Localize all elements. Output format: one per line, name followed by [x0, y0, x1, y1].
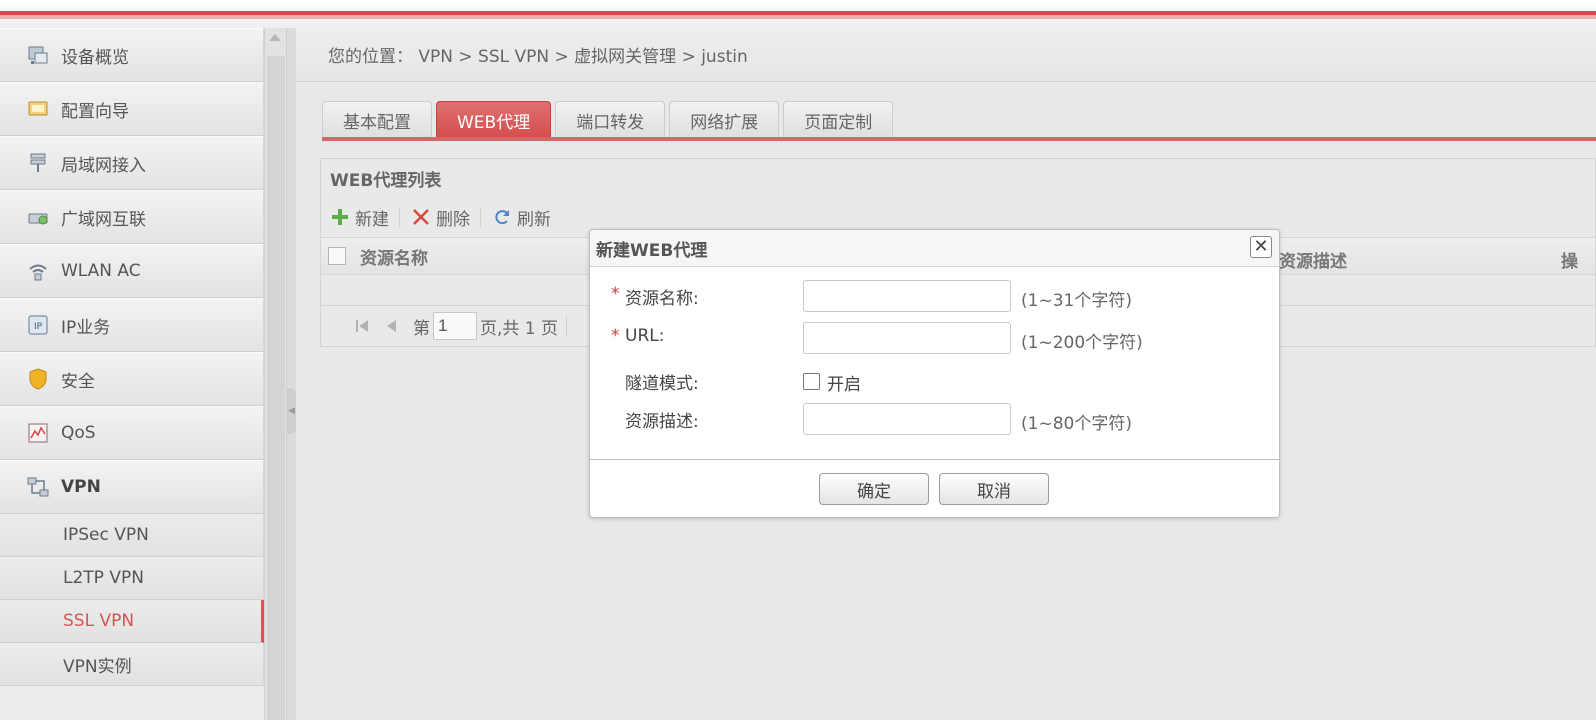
wan-interconnect-icon — [26, 205, 50, 229]
page-number-input[interactable] — [433, 312, 477, 340]
sidebar-item-device-overview[interactable]: 设备概览 — [0, 28, 264, 82]
sidebar-item-vpn[interactable]: VPN — [0, 460, 264, 514]
plus-icon — [329, 206, 351, 228]
name-hint: (1~31个字符) — [1021, 291, 1132, 311]
sidebar-subitem-ipsec-vpn[interactable]: IPSec VPN — [0, 514, 264, 557]
tab-underline — [322, 137, 1596, 141]
refresh-icon — [491, 206, 513, 228]
sidebar: 设备概览 配置向导 局域网接入 广域网互联 WLAN AC IP IP业务 安全… — [0, 28, 264, 720]
column-header-actions[interactable]: 操 — [1561, 247, 1578, 272]
delete-button-label: 删除 — [436, 209, 470, 230]
select-all-checkbox[interactable] — [328, 247, 346, 265]
close-icon — [410, 206, 432, 228]
sidebar-item-wlan-ac[interactable]: WLAN AC — [0, 244, 264, 298]
qos-icon — [26, 421, 50, 445]
desc-hint: (1~80个字符) — [1021, 414, 1132, 434]
wlan-icon — [26, 259, 50, 283]
required-mark: * — [611, 284, 620, 304]
tab-network-extension[interactable]: 网络扩展 — [669, 101, 780, 139]
new-button[interactable]: 新建 — [329, 205, 399, 230]
sidebar-item-label: QoS — [61, 423, 96, 443]
dialog-footer: 确定 取消 — [590, 459, 1279, 517]
desc-label: 资源描述: — [625, 412, 699, 432]
toolbar-divider — [480, 207, 481, 227]
form-row-name: * 资源名称: (1~31个字符) — [590, 280, 1279, 312]
sidebar-item-label: 安全 — [61, 371, 95, 392]
tunnel-mode-checkbox[interactable] — [803, 373, 820, 390]
sidebar-subitem-ssl-vpn[interactable]: SSL VPN — [0, 600, 264, 643]
pager-prefix: 第 — [413, 318, 430, 339]
sidebar-item-label: 广域网互联 — [61, 209, 146, 230]
collapse-sidebar-icon[interactable]: ◀ — [287, 388, 296, 434]
sidebar-splitter[interactable] — [286, 28, 296, 720]
pager-suffix: 页,共 1 页 — [480, 318, 559, 339]
device-overview-icon — [26, 43, 50, 67]
sidebar-item-config-wizard[interactable]: 配置向导 — [0, 82, 264, 136]
first-page-icon[interactable] — [353, 317, 371, 335]
sidebar-item-security[interactable]: 安全 — [0, 352, 264, 406]
sidebar-item-wan-interconnect[interactable]: 广域网互联 — [0, 190, 264, 244]
new-button-label: 新建 — [355, 209, 389, 230]
breadcrumb: 您的位置： VPN > SSL VPN > 虚拟网关管理 > justin — [296, 28, 1596, 82]
tunnel-mode-label: 隧道模式: — [625, 374, 699, 394]
top-banner — [0, 0, 1596, 28]
sidebar-subitem-vpn-instance[interactable]: VPN实例 — [0, 643, 264, 686]
resource-name-input[interactable] — [803, 280, 1011, 312]
resource-desc-input[interactable] — [803, 403, 1011, 435]
form-row-url: * URL: (1~200个字符) — [590, 322, 1279, 354]
toolbar-divider — [399, 207, 400, 227]
dialog-header: 新建WEB代理 ✕ — [590, 230, 1279, 267]
sidebar-item-label: IP业务 — [61, 317, 111, 338]
sidebar-subitem-l2tp-vpn[interactable]: L2TP VPN — [0, 557, 264, 600]
sidebar-scrollbar[interactable] — [264, 28, 286, 720]
tunnel-mode-checkbox-label[interactable]: 开启 — [827, 370, 861, 395]
form-row-tunnel: 隧道模式: 开启 — [590, 365, 1279, 397]
refresh-button-label: 刷新 — [517, 209, 551, 230]
ok-button[interactable]: 确定 — [819, 473, 929, 505]
url-input[interactable] — [803, 322, 1011, 354]
svg-text:IP: IP — [34, 322, 43, 332]
cancel-button[interactable]: 取消 — [939, 473, 1049, 505]
tab-page-customize[interactable]: 页面定制 — [783, 101, 894, 139]
column-header-name[interactable]: 资源名称 — [360, 244, 428, 269]
name-label: 资源名称: — [625, 289, 699, 309]
sidebar-item-lan-access[interactable]: 局域网接入 — [0, 136, 264, 190]
new-web-proxy-dialog: 新建WEB代理 ✕ * 资源名称: (1~31个字符) * URL: (1~20… — [589, 229, 1280, 518]
required-mark: * — [611, 326, 620, 346]
ip-service-icon: IP — [26, 313, 50, 337]
form-row-desc: 资源描述: (1~80个字符) — [590, 403, 1279, 435]
delete-button[interactable]: 删除 — [410, 205, 480, 230]
config-wizard-icon — [26, 97, 50, 121]
pager-divider — [566, 316, 568, 336]
sidebar-item-label: 配置向导 — [61, 101, 129, 122]
refresh-button[interactable]: 刷新 — [491, 205, 561, 230]
sidebar-item-label: 设备概览 — [61, 47, 129, 68]
sidebar-item-ip-service[interactable]: IP IP业务 — [0, 298, 264, 352]
banner-accent-shadow — [0, 15, 1596, 19]
tab-bar: 基本配置 WEB代理 端口转发 网络扩展 页面定制 — [322, 101, 897, 139]
vpn-icon — [26, 475, 50, 499]
tab-web-proxy[interactable]: WEB代理 — [436, 101, 552, 139]
sidebar-item-label: 局域网接入 — [61, 155, 146, 176]
close-icon[interactable]: ✕ — [1250, 236, 1272, 258]
sidebar-item-label: VPN — [61, 477, 101, 497]
url-label: URL: — [625, 326, 665, 346]
sidebar-item-label: WLAN AC — [61, 261, 141, 281]
scroll-thumb[interactable] — [267, 56, 285, 720]
column-header-desc[interactable]: 资源描述 — [1279, 247, 1347, 272]
shield-icon — [26, 367, 50, 391]
tab-port-forward[interactable]: 端口转发 — [555, 101, 666, 139]
scroll-up-arrow-icon[interactable] — [269, 34, 281, 41]
dialog-title: 新建WEB代理 — [596, 240, 708, 261]
url-hint: (1~200个字符) — [1021, 333, 1143, 353]
sidebar-item-qos[interactable]: QoS — [0, 406, 264, 460]
tab-basic-config[interactable]: 基本配置 — [322, 101, 432, 139]
lan-access-icon — [26, 151, 50, 175]
panel-title: WEB代理列表 — [330, 170, 442, 191]
prev-page-icon[interactable] — [383, 317, 401, 335]
